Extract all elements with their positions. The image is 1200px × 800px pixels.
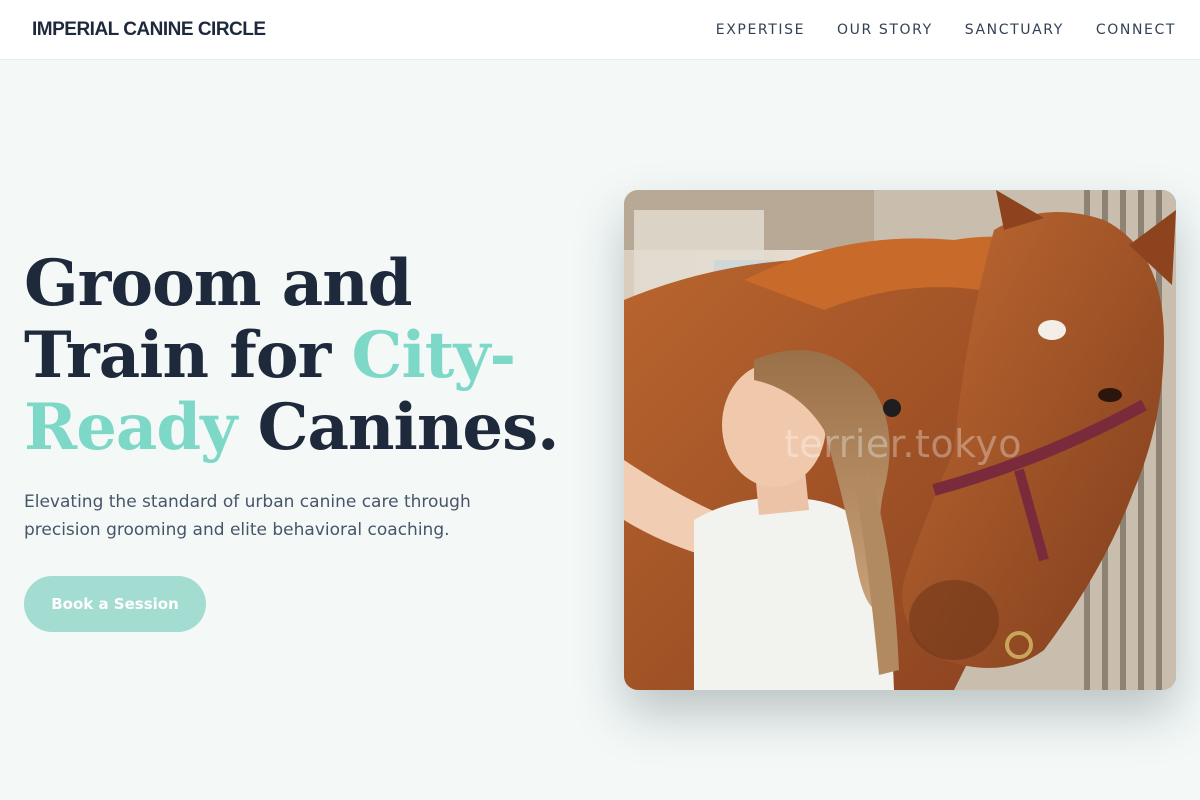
- hero-title-accent-2: Ready: [24, 390, 237, 465]
- book-session-button[interactable]: Book a Session: [24, 576, 206, 632]
- nav-link-sanctuary[interactable]: SANCTUARY: [965, 19, 1064, 41]
- hero-photo-illustration: [624, 190, 1176, 690]
- hero-subtitle: Elevating the standard of urban canine c…: [24, 492, 471, 540]
- hero-image: terrier.tokyo: [624, 190, 1176, 690]
- hero-title: Groom and Train for City- Ready Canines.: [24, 248, 584, 464]
- brand-logo[interactable]: IMPERIAL CANINE CIRCLE: [32, 18, 266, 42]
- nav-link-our-story[interactable]: OUR STORY: [837, 19, 933, 41]
- hero-title-accent-1: City-: [351, 318, 517, 393]
- nav-link-expertise[interactable]: EXPERTISE: [716, 19, 805, 41]
- top-navigation-bar: IMPERIAL CANINE CIRCLE EXPERTISE OUR STO…: [0, 0, 1200, 60]
- hero-title-part-2: Canines.: [236, 390, 560, 465]
- nav-link-connect[interactable]: CONNECT: [1096, 19, 1176, 41]
- main-nav: EXPERTISE OUR STORY SANCTUARY CONNECT: [716, 19, 1176, 41]
